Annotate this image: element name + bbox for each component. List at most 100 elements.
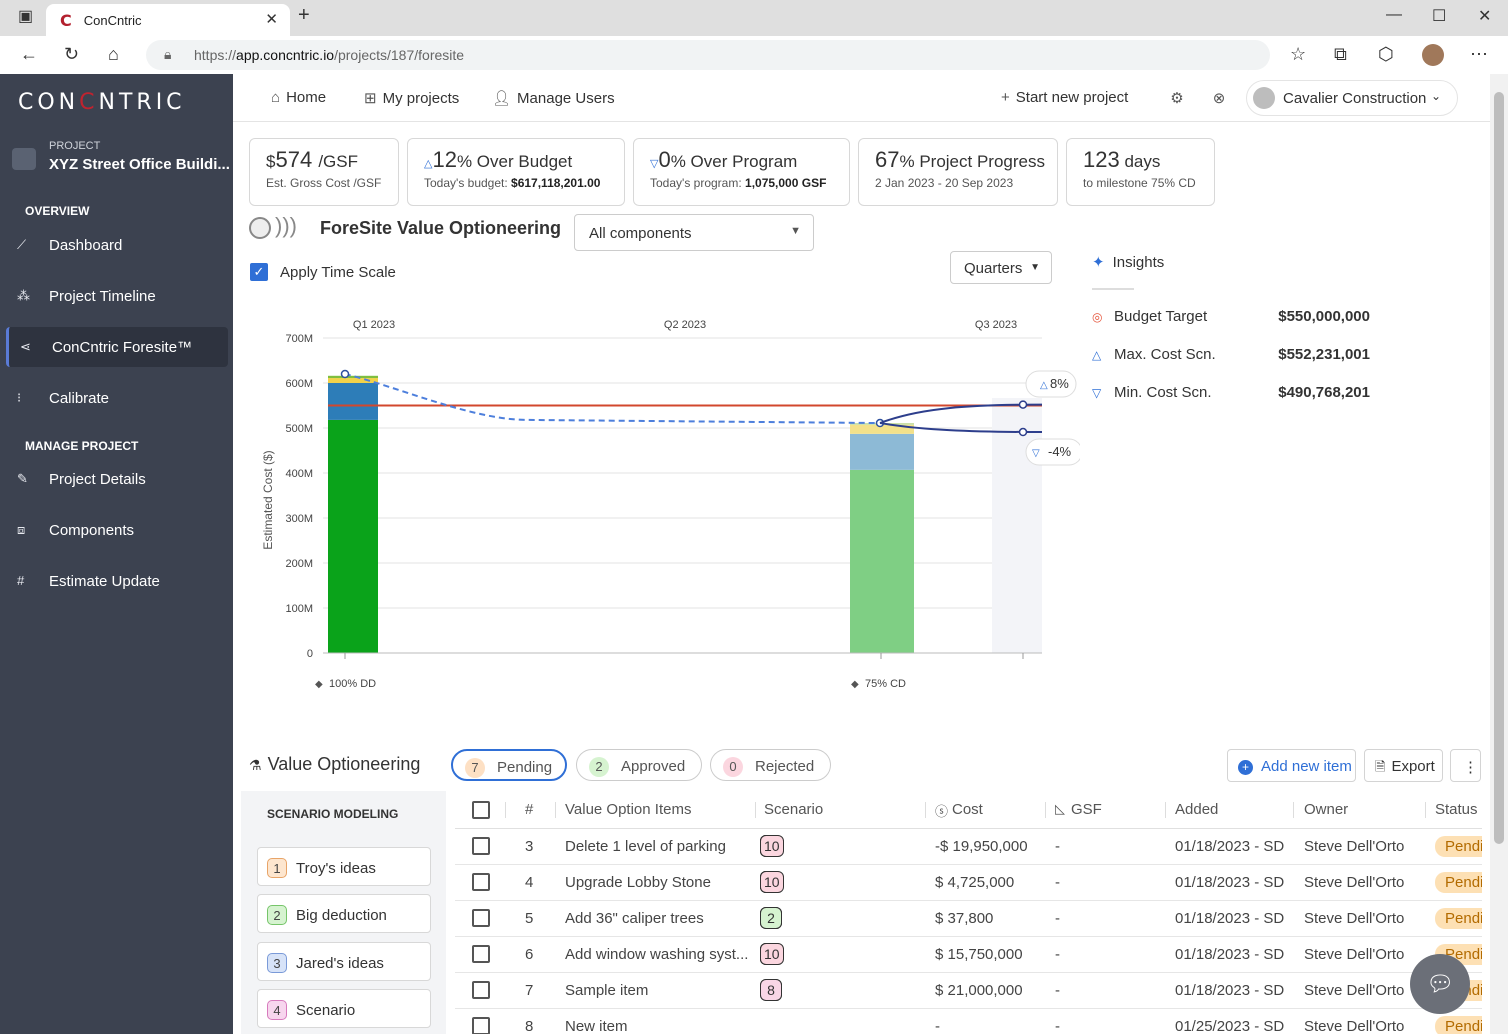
table-row[interactable]: 3 Delete 1 level of parking 1237910 -$ 1… (455, 829, 1482, 865)
settings-gear-icon[interactable]: ⚙ (1164, 86, 1190, 112)
row-added: 01/25/2023 - SD (1175, 1018, 1285, 1034)
organization-selector[interactable]: Cavalier Construction ⌄ (1246, 80, 1458, 116)
filter-pending[interactable]: 7 Pending (451, 749, 567, 781)
start-new-project-button[interactable]: + Start new project (1001, 89, 1128, 106)
bar-segment (328, 419, 378, 653)
column-header-gsf[interactable]: GSF (1071, 801, 1102, 818)
column-header-item[interactable]: Value Option Items (565, 801, 691, 818)
scenario-card[interactable]: 2 Big deduction (257, 894, 431, 933)
flask-icon: ⚗ (249, 757, 262, 773)
favorites-icon[interactable]: ☆ (1290, 44, 1306, 65)
component-select[interactable]: All components ▼ (574, 214, 814, 251)
url-prefix: https:// (194, 47, 237, 63)
min-percent-label: -4% (1048, 444, 1072, 459)
milestone-diamond-icon: ◆ (315, 679, 323, 690)
column-header-cost[interactable]: Cost (952, 801, 983, 818)
close-tab-icon[interactable]: ✕ (265, 10, 278, 28)
nav-my-projects[interactable]: ⊞ My projects (364, 89, 459, 107)
row-checkbox[interactable] (472, 945, 490, 963)
collections-icon[interactable]: ⧉ (1334, 44, 1347, 65)
row-owner: Steve Dell'Orto (1304, 946, 1405, 963)
column-header-scenario[interactable]: Scenario (764, 801, 823, 818)
sidebar-item-dashboard[interactable]: ⟋ Dashboard (6, 225, 228, 265)
row-item-name[interactable]: Sample item (565, 982, 648, 999)
sidebar-item-label: Components (49, 521, 135, 539)
row-cost: $ 4,725,000 (935, 874, 1015, 891)
scenario-modeling-title: SCENARIO MODELING (267, 807, 399, 821)
row-checkbox[interactable] (472, 873, 490, 891)
filter-approved[interactable]: 2 Approved (576, 749, 702, 781)
export-button[interactable]: 🗎︎ Export (1364, 749, 1443, 782)
sidebar-item-calibrate[interactable]: ⁝ Calibrate (6, 378, 228, 418)
row-checkbox[interactable] (472, 981, 490, 999)
column-header-owner[interactable]: Owner (1304, 801, 1348, 818)
scenario-card[interactable]: 3 Jared's ideas (257, 942, 431, 981)
add-new-item-button[interactable]: + Add new item (1227, 749, 1356, 782)
filter-rejected[interactable]: 0 Rejected (710, 749, 831, 781)
dollar-circle-icon: ⓢ (935, 804, 949, 819)
table-row[interactable]: 4 Upgrade Lobby Stone 13468910 $ 4,725,0… (455, 865, 1482, 901)
nav-manage-users[interactable]: 👤︎ Manage Users (492, 89, 615, 107)
apply-time-scale-checkbox[interactable]: ✓ (250, 263, 268, 281)
period-select[interactable]: Quarters ▼ (950, 251, 1052, 284)
column-header-id[interactable]: # (525, 801, 533, 818)
maximize-icon[interactable]: ☐ (1432, 6, 1446, 26)
row-gsf: - (1055, 1018, 1060, 1034)
page-scrollbar[interactable] (1490, 74, 1508, 1034)
kpi-value: 574 (275, 147, 313, 172)
sidebar-item-foresite[interactable]: ⋖ ConCntric Foresite™ (6, 327, 228, 367)
insight-max-cost: △ Max. Cost Scn. $552,231,001 (1092, 346, 1370, 363)
kebab-menu-icon: ⋮ (1463, 759, 1478, 776)
chat-support-icon[interactable]: 💬︎ (1410, 954, 1470, 1014)
row-id: 3 (525, 838, 534, 855)
scrollbar-thumb[interactable] (1494, 92, 1504, 844)
grid-icon: ⊞ (364, 90, 377, 107)
close-window-icon[interactable]: ✕ (1478, 6, 1491, 26)
row-item-name[interactable]: Add 36" caliper trees (565, 910, 704, 927)
table-row[interactable]: 8 New item - - 01/25/2023 - SD Steve Del… (455, 1009, 1482, 1034)
column-header-status[interactable]: Status (1435, 801, 1478, 818)
pending-count: 7 (465, 758, 485, 778)
new-tab-icon[interactable]: + (298, 4, 310, 27)
nav-home[interactable]: ⌂ Home (271, 89, 326, 106)
home-icon[interactable]: ⌂ (108, 44, 119, 65)
row-item-name[interactable]: Delete 1 level of parking (565, 838, 726, 855)
row-checkbox[interactable] (472, 1017, 490, 1034)
sidebar-item-project-details[interactable]: ✎ Project Details (6, 459, 228, 499)
extensions-icon[interactable]: ⬡ (1378, 44, 1394, 65)
scenario-number: 4 (267, 1000, 287, 1020)
url-field[interactable]: 🔒︎ https://app.concntric.io/projects/187… (146, 40, 1270, 70)
scenario-card[interactable]: 4 Scenario (257, 989, 431, 1028)
row-checkbox[interactable] (472, 837, 490, 855)
scenario-modeling-panel: SCENARIO MODELING 1 Troy's ideas 2 Big ded… (241, 791, 446, 1034)
y-tick-label: 300M (285, 513, 313, 525)
minimize-icon[interactable]: — (1386, 6, 1402, 24)
sidebar-item-project-timeline[interactable]: ⁂ Project Timeline (6, 276, 228, 316)
column-header-added[interactable]: Added (1175, 801, 1218, 818)
row-item-name[interactable]: New item (565, 1018, 628, 1034)
sidebar-item-components[interactable]: ⧈ Components (6, 510, 228, 550)
scenario-card[interactable]: 1 Troy's ideas (257, 847, 431, 886)
row-cost: - (935, 1018, 940, 1034)
nav-home-label: Home (286, 89, 327, 106)
table-row[interactable]: 5 Add 36" caliper trees 782 $ 37,800 - 0… (455, 901, 1482, 937)
row-item-name[interactable]: Add window washing syst... (565, 946, 748, 963)
kpi-value: 12 (432, 147, 457, 172)
kpi-sub-label: Today's program: (650, 176, 742, 190)
help-lifebuoy-icon[interactable]: ⊗ (1206, 86, 1232, 112)
more-actions-button[interactable]: ⋮ (1450, 749, 1481, 782)
back-icon[interactable]: ← (20, 44, 38, 65)
refresh-icon[interactable]: ↻ (64, 44, 79, 65)
sidebar-item-estimate-update[interactable]: # Estimate Update (6, 561, 228, 601)
table-row[interactable]: 7 Sample item 58 $ 21,000,000 - 01/18/20… (455, 973, 1482, 1009)
app-logo[interactable]: CONCNTRIC (18, 90, 186, 115)
select-all-checkbox[interactable] (472, 801, 490, 819)
profile-avatar[interactable] (1422, 44, 1444, 66)
row-checkbox[interactable] (472, 909, 490, 927)
browser-tab[interactable]: C ConCntric ✕ (46, 4, 290, 36)
row-item-name[interactable]: Upgrade Lobby Stone (565, 874, 711, 891)
y-tick-label: 100M (285, 603, 313, 615)
more-options-icon[interactable]: ⋯ (1470, 44, 1488, 65)
table-row[interactable]: 6 Add window washing syst... 567910 $ 15… (455, 937, 1482, 973)
tab-actions-icon[interactable]: ▣ (18, 6, 33, 26)
